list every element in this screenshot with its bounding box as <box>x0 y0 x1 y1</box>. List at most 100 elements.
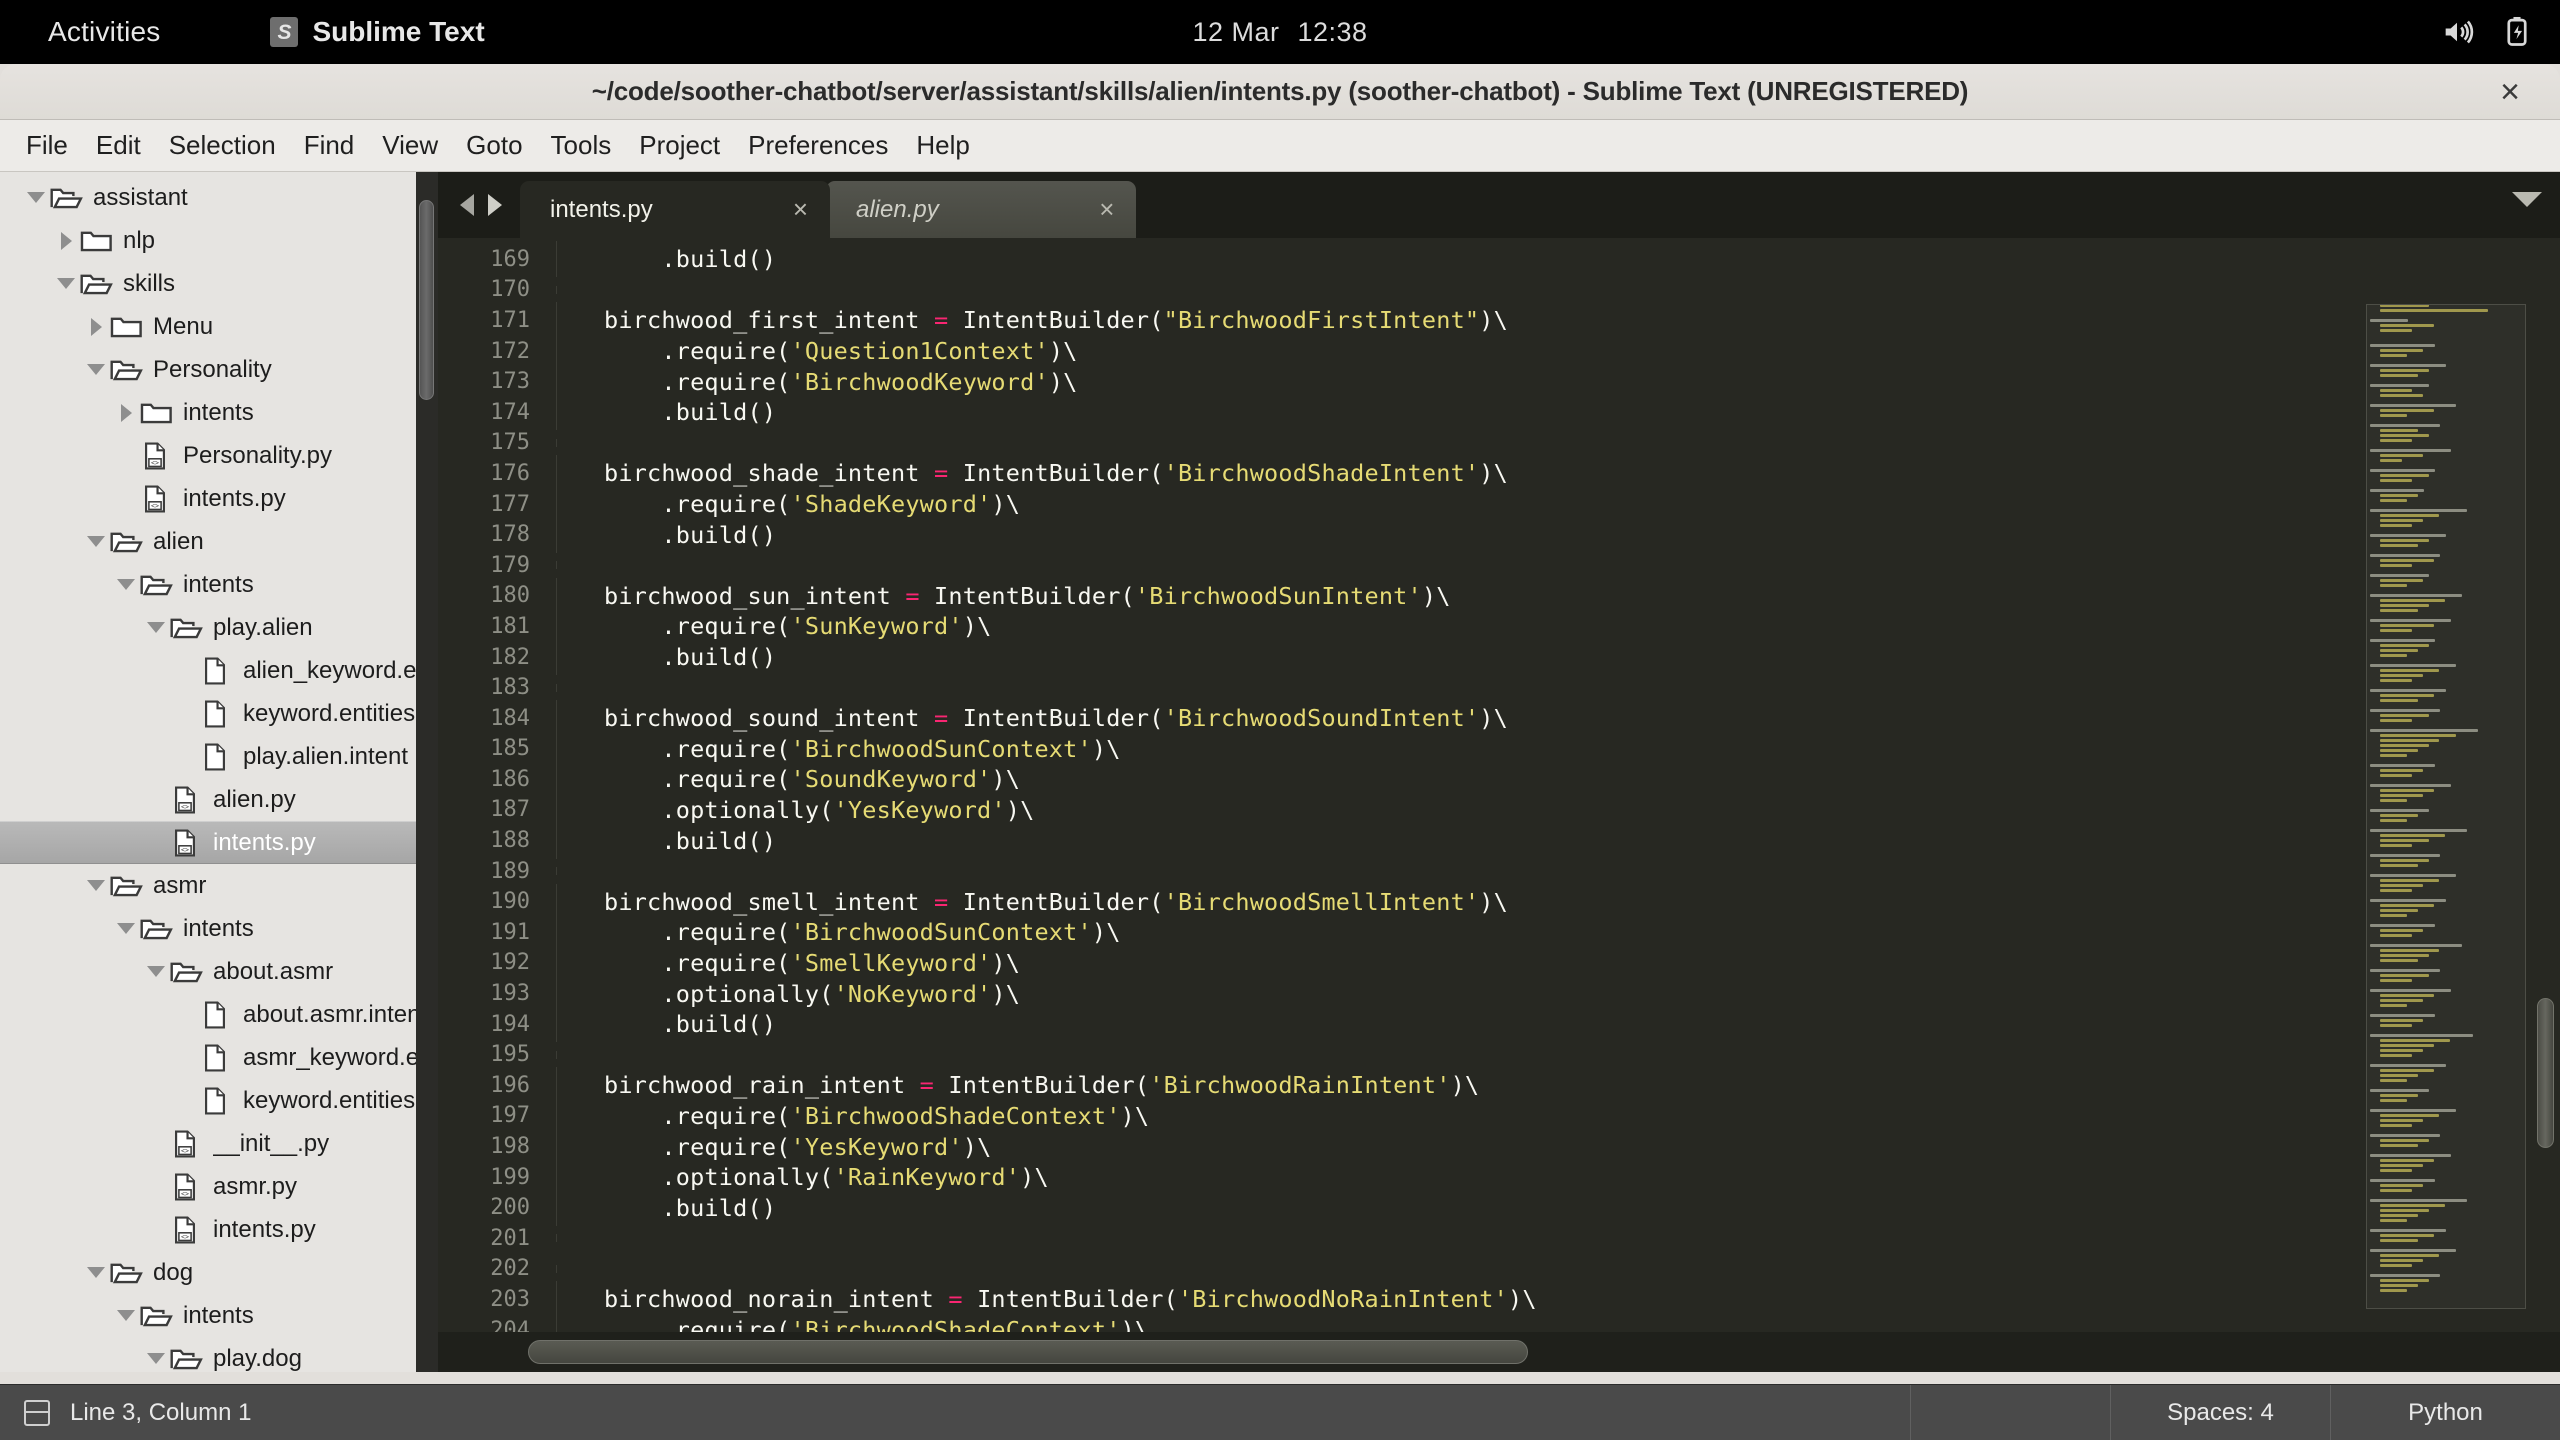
system-tray[interactable] <box>2440 15 2534 49</box>
indentation-setting[interactable]: Spaces: 4 <box>2110 1385 2330 1440</box>
code-line[interactable]: 196birchwood_rain_intent = IntentBuilder… <box>438 1070 2560 1101</box>
code-line[interactable]: 184birchwood_sound_intent = IntentBuilde… <box>438 703 2560 734</box>
tab-intents-py[interactable]: intents.py × <box>520 181 830 238</box>
tree-item-personality-py[interactable]: <>Personality.py <box>0 434 438 477</box>
code-line[interactable]: 194 .build() <box>438 1009 2560 1040</box>
tree-item-menu[interactable]: Menu <box>0 305 438 348</box>
tree-item-skills[interactable]: skills <box>0 262 438 305</box>
code-line[interactable]: 183 <box>438 672 2560 703</box>
tree-item-play-alien-intent[interactable]: play.alien.intent <box>0 735 438 778</box>
editor-horizontal-scrollbar-thumb[interactable] <box>528 1340 1528 1364</box>
tree-item--init-py[interactable]: <>__init__.py <box>0 1122 438 1165</box>
code-line[interactable]: 197 .require('BirchwoodShadeContext')\ <box>438 1101 2560 1132</box>
code-text[interactable]: birchwood_first_intent = IntentBuilder("… <box>556 306 1508 334</box>
disclosure-triangle-down-icon[interactable] <box>82 536 110 547</box>
disclosure-triangle-down-icon[interactable] <box>142 622 170 633</box>
disclosure-triangle-right-icon[interactable] <box>82 318 110 336</box>
tree-item-asmr[interactable]: asmr <box>0 864 438 907</box>
code-line[interactable]: 169 .build() <box>438 244 2560 275</box>
code-text[interactable]: .optionally('YesKeyword')\ <box>556 796 1034 824</box>
tree-item-asmr-py[interactable]: <>asmr.py <box>0 1165 438 1208</box>
code-line[interactable]: 177 .require('ShadeKeyword')\ <box>438 489 2560 520</box>
code-line[interactable]: 189 <box>438 856 2560 887</box>
code-text[interactable]: birchwood_sound_intent = IntentBuilder('… <box>556 704 1508 732</box>
menu-file[interactable]: File <box>12 124 82 167</box>
minimap-viewport[interactable] <box>2366 304 2526 1309</box>
code-line[interactable]: 180birchwood_sun_intent = IntentBuilder(… <box>438 581 2560 612</box>
code-text[interactable]: .build() <box>556 245 776 273</box>
disclosure-triangle-right-icon[interactable] <box>112 404 140 422</box>
tree-item-assistant[interactable]: assistant <box>0 176 438 219</box>
disclosure-triangle-down-icon[interactable] <box>82 364 110 375</box>
code-text[interactable]: .require('ShadeKeyword')\ <box>556 490 1020 518</box>
code-text[interactable]: .build() <box>556 827 776 855</box>
menu-preferences[interactable]: Preferences <box>734 124 902 167</box>
code-line[interactable]: 192 .require('SmellKeyword')\ <box>438 948 2560 979</box>
code-line[interactable]: 176birchwood_shade_intent = IntentBuilde… <box>438 458 2560 489</box>
chevron-down-icon[interactable] <box>2512 192 2542 207</box>
disclosure-triangle-down-icon[interactable] <box>52 278 80 289</box>
menu-selection[interactable]: Selection <box>155 124 290 167</box>
sidebar-scrollbar-track[interactable] <box>416 172 438 1372</box>
code-line[interactable]: 195 <box>438 1039 2560 1070</box>
code-text[interactable]: .build() <box>556 521 776 549</box>
syntax-mode[interactable]: Python <box>2330 1385 2560 1440</box>
code-line[interactable]: 174 .build() <box>438 397 2560 428</box>
code-line[interactable]: 188 .build() <box>438 825 2560 856</box>
tree-item-asmr-keyword-entities[interactable]: asmr_keyword.entities <box>0 1036 438 1079</box>
tree-item-intents-py[interactable]: <>intents.py <box>0 1208 438 1251</box>
tree-item-keyword-entities[interactable]: keyword.entities <box>0 692 438 735</box>
code-line[interactable]: 173 .require('BirchwoodKeyword')\ <box>438 366 2560 397</box>
code-line[interactable]: 178 .build() <box>438 519 2560 550</box>
code-text[interactable]: .build() <box>556 1010 776 1038</box>
menu-find[interactable]: Find <box>290 124 369 167</box>
code-line[interactable]: 201 <box>438 1223 2560 1254</box>
editor-horizontal-scrollbar-track[interactable] <box>438 1332 2560 1372</box>
disclosure-triangle-down-icon[interactable] <box>112 579 140 590</box>
disclosure-triangle-down-icon[interactable] <box>142 1353 170 1364</box>
code-editor[interactable]: 169 .build()170171birchwood_first_intent… <box>438 238 2560 1372</box>
tree-item-intents[interactable]: intents <box>0 391 438 434</box>
minimap[interactable] <box>2366 304 2526 1372</box>
tree-item-intents[interactable]: intents <box>0 1294 438 1337</box>
code-line[interactable]: 199 .optionally('RainKeyword')\ <box>438 1162 2560 1193</box>
cursor-position[interactable]: Line 3, Column 1 <box>70 1399 251 1427</box>
tree-item-play-dog[interactable]: play.dog <box>0 1337 438 1372</box>
menu-tools[interactable]: Tools <box>537 124 626 167</box>
disclosure-triangle-down-icon[interactable] <box>82 1267 110 1278</box>
menu-view[interactable]: View <box>368 124 452 167</box>
menu-help[interactable]: Help <box>902 124 983 167</box>
code-text[interactable]: birchwood_rain_intent = IntentBuilder('B… <box>556 1071 1479 1099</box>
code-line[interactable]: 171birchwood_first_intent = IntentBuilde… <box>438 305 2560 336</box>
code-line[interactable]: 170 <box>438 275 2560 306</box>
tab-alien-py[interactable]: alien.py × <box>826 181 1136 238</box>
code-line[interactable]: 187 .optionally('YesKeyword')\ <box>438 795 2560 826</box>
code-line[interactable]: 198 .require('YesKeyword')\ <box>438 1131 2560 1162</box>
menu-project[interactable]: Project <box>625 124 734 167</box>
sidebar-scrollbar-thumb[interactable] <box>419 200 434 400</box>
tab-next-arrow-icon[interactable] <box>488 194 502 216</box>
code-line[interactable]: 175 <box>438 428 2560 459</box>
editor-vertical-scrollbar-thumb[interactable] <box>2537 998 2554 1148</box>
code-text[interactable]: .build() <box>556 1194 776 1222</box>
code-line[interactable]: 191 .require('BirchwoodSunContext')\ <box>438 917 2560 948</box>
code-line[interactable]: 203birchwood_norain_intent = IntentBuild… <box>438 1284 2560 1315</box>
clock[interactable]: 12 Mar 12:38 <box>1192 17 1367 48</box>
disclosure-triangle-down-icon[interactable] <box>112 1310 140 1321</box>
code-line[interactable]: 179 <box>438 550 2560 581</box>
tree-item-about-asmr[interactable]: about.asmr <box>0 950 438 993</box>
code-text[interactable]: .optionally('RainKeyword')\ <box>556 1163 1049 1191</box>
sidebar-toggle-icon[interactable] <box>24 1400 50 1426</box>
disclosure-triangle-down-icon[interactable] <box>82 880 110 891</box>
menu-goto[interactable]: Goto <box>452 124 536 167</box>
activities-button[interactable]: Activities <box>38 12 170 52</box>
code-text[interactable]: .require('BirchwoodSunContext')\ <box>556 918 1121 946</box>
code-line[interactable]: 172 .require('Question1Context')\ <box>438 336 2560 367</box>
tree-item-alien-keyword-entities[interactable]: alien_keyword.entities <box>0 649 438 692</box>
disclosure-triangle-down-icon[interactable] <box>112 923 140 934</box>
tree-item-dog[interactable]: dog <box>0 1251 438 1294</box>
tree-item-intents-py[interactable]: <>intents.py <box>0 477 438 520</box>
code-line[interactable]: 182 .build() <box>438 642 2560 673</box>
code-text[interactable]: .require('BirchwoodSunContext')\ <box>556 735 1121 763</box>
sidebar-file-tree[interactable]: assistantnlpskillsMenuPersonalityintents… <box>0 172 438 1372</box>
